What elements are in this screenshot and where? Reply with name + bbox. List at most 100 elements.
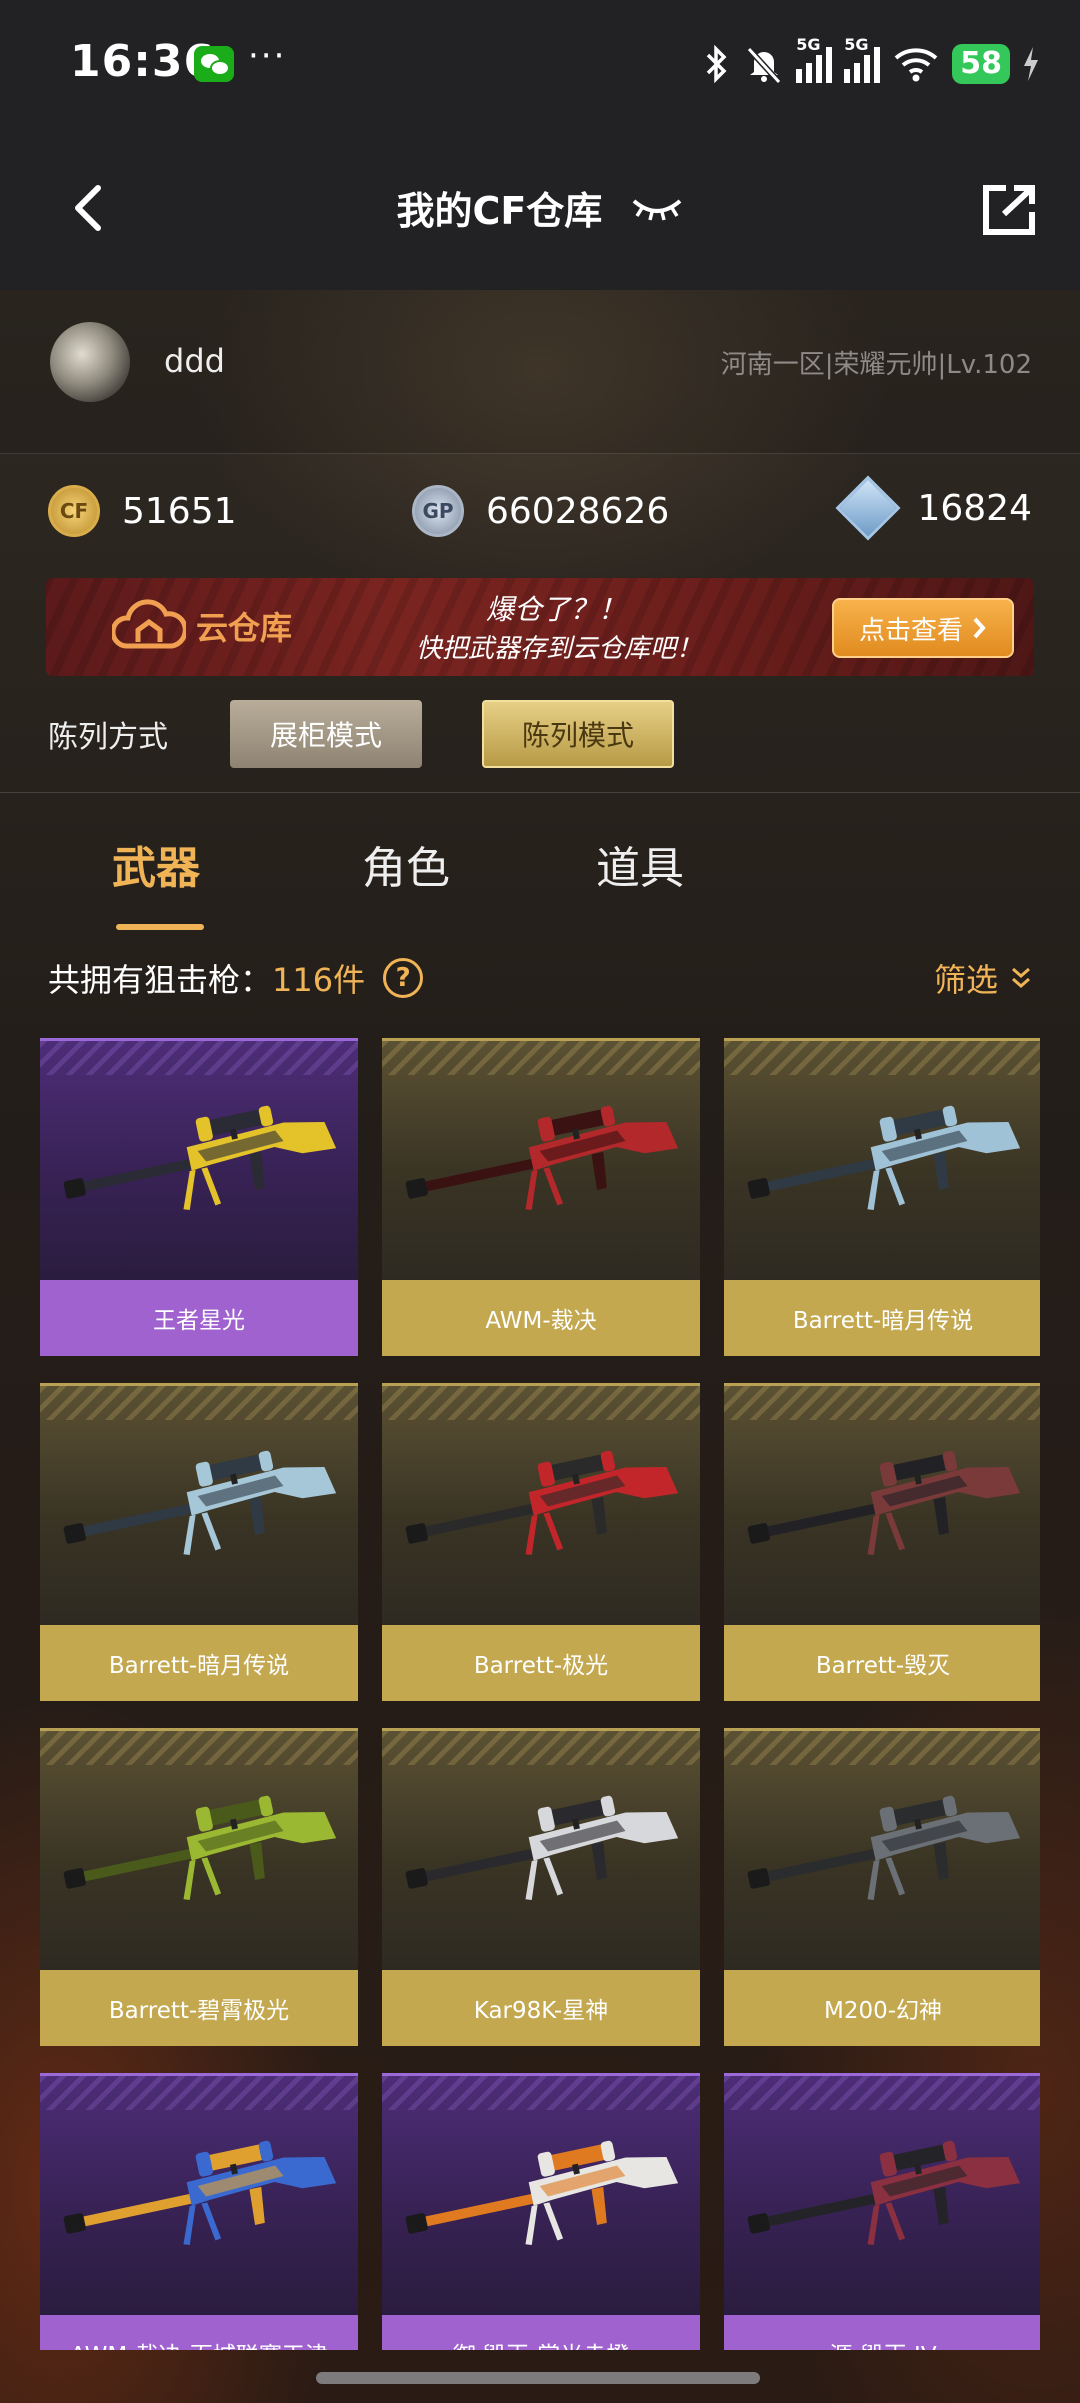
status-icons: 5G 5G 58 [702, 35, 1040, 92]
weapon-name: Barrett-毁灭 [724, 1625, 1040, 1701]
gp-points-value: 66028626 [486, 490, 670, 532]
weapon-image [724, 1383, 1040, 1625]
weapon-name: 王者星光 [40, 1280, 358, 1356]
home-indicator[interactable] [316, 2372, 760, 2384]
page-title: 我的CF仓库 [0, 180, 1080, 235]
weapon-image [382, 1728, 700, 1970]
profile-row: ddd 河南一区|荣耀元帅|Lv.102 [0, 290, 1080, 454]
hide-eye-icon[interactable] [630, 193, 684, 223]
status-bar: 16:36 ··· 5G 5G 58 [0, 0, 1080, 130]
nav-bar: 我的CF仓库 [0, 130, 1080, 290]
weapon-count-prefix: 共拥有狙击枪： [48, 961, 273, 999]
weapon-card[interactable]: AWM-裁决 [382, 1038, 700, 1356]
filter-label: 筛选 [933, 961, 998, 999]
weapon-image [382, 1038, 700, 1280]
mute-bell-icon [747, 46, 782, 84]
gp-coin-icon: GP [412, 485, 464, 537]
sniper-rifle-icon [63, 1795, 337, 1900]
cloud-warehouse-banner[interactable]: 云仓库 爆仓了？！ 快把武器存到云仓库吧！ 点击查看 [46, 578, 1034, 676]
weapon-name: Kar98K-星神 [382, 1970, 700, 2046]
weapon-name: 御·毁灭-赏光赤橙 [382, 2315, 700, 2350]
filter-button[interactable]: 筛选 [934, 955, 1032, 1001]
weapon-card[interactable]: M200-幻神 [724, 1728, 1040, 2046]
weapon-card[interactable]: AWM-裁决-百城联赛天津 [40, 2073, 358, 2350]
weapon-card[interactable]: Barrett-碧霄极光 [40, 1728, 358, 2046]
wechat-icon [194, 46, 234, 82]
showcase-mode-button[interactable]: 展柜模式 [230, 700, 422, 768]
weapon-image [382, 2073, 700, 2315]
weapon-card[interactable]: Barrett-极光 [382, 1383, 700, 1701]
cloud-label-text: 云仓库 [196, 609, 293, 647]
weapon-card[interactable]: Kar98K-星神 [382, 1728, 700, 2046]
cf-coin-icon: CF [48, 485, 100, 537]
sniper-rifle-icon [747, 1795, 1021, 1900]
cloud-house-icon [112, 599, 186, 649]
view-button[interactable]: 点击查看 [832, 598, 1014, 658]
weapon-name: 源-毁灭 IV [724, 2315, 1040, 2350]
weapon-count: 共拥有狙击枪： 116件 ? [48, 955, 424, 1001]
cf-points: CF 51651 [48, 485, 237, 537]
signal-2-label: 5G [844, 35, 869, 54]
sniper-rifle-icon [747, 2140, 1021, 2245]
weapon-name: M200-幻神 [724, 1970, 1040, 2046]
sniper-rifle-icon [405, 1450, 679, 1555]
sniper-rifle-icon [747, 1450, 1021, 1555]
sniper-rifle-icon [405, 2140, 679, 2245]
diamonds: 16824 [835, 475, 1032, 541]
weapon-card[interactable]: 源-毁灭 IV [724, 2073, 1040, 2350]
battery-level: 58 [952, 44, 1010, 84]
weapon-name: Barrett-暗月传说 [724, 1280, 1040, 1356]
username: ddd [164, 342, 225, 380]
sniper-rifle-icon [63, 1105, 337, 1210]
charging-icon [1024, 47, 1038, 81]
weapon-image [724, 1728, 1040, 1970]
help-icon[interactable]: ? [383, 958, 424, 998]
weapon-image [382, 1383, 700, 1625]
more-notifications-icon: ··· [248, 36, 287, 76]
sniper-rifle-icon [405, 1105, 679, 1210]
weapon-name: Barrett-暗月传说 [40, 1625, 358, 1701]
diamonds-value: 16824 [917, 487, 1032, 529]
weapon-image [40, 1038, 358, 1280]
weapon-image [724, 1038, 1040, 1280]
cf-points-value: 51651 [122, 490, 237, 532]
weapon-card[interactable]: Barrett-暗月传说 [40, 1383, 358, 1701]
weapon-card[interactable]: Barrett-暗月传说 [724, 1038, 1040, 1356]
weapon-card[interactable]: 御·毁灭-赏光赤橙 [382, 2073, 700, 2350]
weapon-card[interactable]: Barrett-毁灭 [724, 1383, 1040, 1701]
weapon-card[interactable]: 王者星光 [40, 1038, 358, 1356]
list-mode-button[interactable]: 陈列模式 [482, 700, 674, 768]
currency-row: CF 51651 GP 66028626 16824 [0, 455, 1080, 575]
weapon-name: Barrett-极光 [382, 1625, 700, 1701]
signal-2-icon: 5G [844, 35, 881, 83]
page-title-text: 我的CF仓库 [396, 189, 603, 233]
weapon-count-value: 116件 [272, 961, 366, 999]
chevron-right-icon [973, 617, 986, 639]
sniper-rifle-icon [63, 1450, 337, 1555]
banner-headline: 爆仓了？！ [486, 593, 627, 626]
weapon-name: Barrett-碧霄极光 [40, 1970, 358, 2046]
sniper-rifle-icon [405, 1795, 679, 1900]
tab-characters[interactable]: 角色 [362, 832, 450, 896]
sniper-rifle-icon [747, 1105, 1021, 1210]
display-mode-label: 陈列方式 [48, 720, 168, 755]
weapon-name: AWM-裁决-百城联赛天津 [40, 2315, 358, 2350]
weapon-name: AWM-裁决 [382, 1280, 700, 1356]
divider [0, 792, 1080, 793]
diamond-icon [835, 475, 901, 541]
server-rank: 河南一区|荣耀元帅|Lv.102 [720, 350, 1032, 380]
signal-1-label: 5G [796, 35, 821, 54]
banner-subline: 快把武器存到云仓库吧！ [416, 634, 703, 664]
avatar[interactable] [50, 322, 130, 402]
weapon-grid: 王者星光 AWM-裁决 Barrett-暗月传说 Barrett-暗月传说 Barret… [40, 1038, 1040, 2350]
tab-weapons[interactable]: 武器 [112, 832, 200, 896]
weapon-image [40, 1383, 358, 1625]
share-icon[interactable] [980, 182, 1040, 238]
weapon-image [724, 2073, 1040, 2315]
wifi-icon [894, 48, 938, 82]
weapon-image [40, 1728, 358, 1970]
sniper-rifle-icon [63, 2140, 337, 2245]
bluetooth-icon [707, 44, 727, 84]
signal-1-icon: 5G [796, 35, 833, 83]
tab-items[interactable]: 道具 [596, 832, 684, 896]
